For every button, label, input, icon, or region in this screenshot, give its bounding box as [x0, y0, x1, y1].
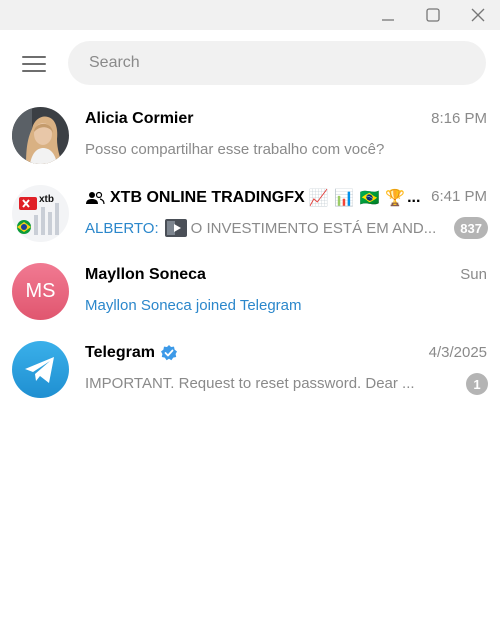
video-thumbnail-icon — [164, 219, 187, 237]
maximize-icon — [426, 8, 440, 22]
minimize-button[interactable] — [366, 0, 410, 30]
chat-item-xtb-online-tradingfx[interactable]: xtb XTB ONLINE TRADINGFX 📈 📊 🇧🇷 🏆 ... 6:… — [0, 176, 500, 254]
chat-time: 6:41 PM — [431, 188, 487, 205]
chat-preview-row: ALBERTO: O INVESTIMENTO ESTÁ EM AND... — [85, 219, 445, 237]
chat-time: 8:16 PM — [431, 110, 487, 127]
verified-badge-icon — [160, 345, 177, 361]
chat-name: Mayllon Soneca — [85, 266, 206, 283]
chat-name-group: XTB ONLINE TRADINGFX 📈 📊 🇧🇷 🏆 ... — [85, 188, 420, 207]
chat-name-ellipsis: ... — [407, 188, 421, 206]
chat-name-row: Telegram — [85, 344, 178, 362]
chat-name: XTB ONLINE TRADINGFX — [110, 188, 305, 206]
chat-preview: IMPORTANT. Request to reset password. De… — [85, 375, 415, 392]
preview-text: O INVESTIMENTO ESTÁ EM AND... — [190, 219, 437, 237]
unread-badge: 1 — [466, 373, 488, 395]
avatar: xtb — [12, 185, 69, 242]
chat-name: Telegram — [85, 344, 155, 361]
close-icon — [471, 8, 485, 22]
avatar-logo-text: xtb — [39, 194, 54, 205]
chat-item-mayllon-soneca[interactable]: MS Mayllon Soneca Sun Mayllon Soneca joi… — [0, 254, 500, 332]
chat-name: Alicia Cormier — [85, 110, 194, 127]
paper-plane-icon — [25, 357, 54, 383]
chat-time: 4/3/2025 — [428, 344, 487, 361]
minimize-icon — [382, 19, 394, 21]
unread-badge: 837 — [454, 217, 488, 239]
close-button[interactable] — [456, 0, 500, 30]
title-bar — [0, 0, 500, 30]
chat-item-alicia-cormier[interactable]: Alicia Cormier 8:16 PM Posso compartilha… — [0, 98, 500, 176]
avatar-initials: MS — [25, 280, 56, 302]
chat-list-header — [0, 30, 500, 98]
chat-name-emojis: 📈 📊 🇧🇷 🏆 — [308, 188, 406, 207]
avatar — [12, 107, 69, 164]
preview-sender: ALBERTO: — [85, 219, 159, 237]
group-icon — [86, 191, 105, 204]
hamburger-menu-icon — [22, 56, 46, 72]
telegram-logo-avatar — [12, 341, 69, 398]
chat-time: Sun — [460, 266, 487, 283]
chat-item-telegram[interactable]: Telegram 4/3/2025 IMPORTANT. Request to … — [0, 332, 500, 410]
maximize-button[interactable] — [411, 0, 455, 30]
chat-preview: Posso compartilhar esse trabalho com voc… — [85, 141, 385, 158]
menu-button[interactable] — [18, 50, 50, 78]
chat-preview: Mayllon Soneca joined Telegram — [85, 297, 302, 314]
search-input[interactable] — [68, 41, 486, 85]
avatar: MS — [12, 263, 69, 320]
